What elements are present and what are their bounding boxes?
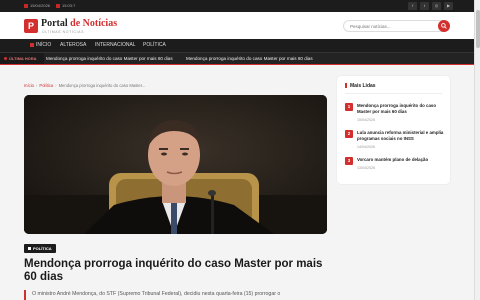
clock-icon	[56, 3, 60, 8]
most-read-title[interactable]: Lula anuncia reforma ministerial e ampli…	[357, 130, 445, 142]
calendar-icon	[24, 3, 28, 8]
nav-label: INÍCIO	[36, 42, 52, 48]
nav-item-internacional[interactable]: INTERNACIONAL	[95, 39, 136, 52]
site-logo[interactable]: Portal de Notícias	[41, 18, 117, 29]
ticker-label-text: ÚLTIMA HORA	[9, 56, 37, 61]
top-bar: 15/04/2026 15:03:7 f t ◎ ▶	[0, 0, 474, 12]
article-headline: Mendonça prorroga inquérito do caso Mast…	[24, 258, 323, 283]
folder-icon	[28, 247, 31, 251]
most-read-title[interactable]: Vorcaro mantém plano de delação	[357, 157, 445, 163]
search-input[interactable]	[343, 20, 449, 32]
time-display: 15:03:7	[56, 3, 75, 8]
breadcrumb-category[interactable]: Política	[39, 83, 53, 88]
ticker-item[interactable]: Mendonça prorroga inquérito do caso Mast…	[186, 53, 313, 64]
live-dot-icon	[4, 57, 7, 61]
ticker-label: ÚLTIMA HORA	[0, 53, 44, 64]
rank-badge: 1	[345, 103, 353, 111]
widget-title: Mais Lidas	[345, 83, 376, 89]
breadcrumb: Início › Política › Mendonça prorroga inquér…	[24, 83, 146, 88]
facebook-icon[interactable]: f	[408, 2, 417, 10]
time-text: 15:03:7	[62, 3, 76, 8]
logo-mark[interactable]: P	[24, 19, 38, 33]
youtube-icon[interactable]: ▶	[444, 2, 453, 10]
portrait-image	[24, 95, 327, 234]
site-header: P Portal de Notícias ÚLTIMAS NOTÍCIAS	[0, 12, 474, 39]
breadcrumb-current: Mendonça prorroga inquérito do caso Mast…	[58, 83, 146, 88]
category-badge[interactable]: POLÍTICA	[24, 244, 56, 253]
instagram-icon[interactable]: ◎	[432, 2, 441, 10]
logo-subtitle: ÚLTIMAS NOTÍCIAS	[42, 30, 85, 34]
article-lead: O ministro André Mendonça, do STF (Supre…	[24, 290, 324, 300]
nav-item-alterosa[interactable]: ALTEROSA	[60, 39, 86, 52]
widget-title-text: Mais Lidas	[350, 83, 376, 89]
page-scrollbar[interactable]	[474, 0, 480, 300]
most-read-date: 15/04/2026	[357, 118, 375, 122]
category-badge-label: POLÍTICA	[33, 246, 52, 251]
home-icon	[30, 42, 34, 47]
breaking-news-ticker: ÚLTIMA HORA Mendonça prorroga inquérito …	[0, 52, 474, 65]
rank-badge: 2	[345, 130, 353, 138]
logo-main: Portal	[41, 18, 68, 29]
most-read-date: 14/04/2026	[357, 145, 375, 149]
ticker-item[interactable]: Mendonça prorroga inquérito do caso Mast…	[46, 53, 173, 64]
most-read-widget: Mais Lidas 1 Mendonça prorroga inquérito…	[337, 76, 450, 184]
logo-accent: de Notícias	[70, 18, 118, 29]
scrollbar-thumb[interactable]	[476, 10, 480, 48]
date-display: 15/04/2026	[24, 3, 50, 8]
divider	[345, 93, 442, 94]
title-accent-bar	[345, 83, 347, 89]
date-text: 15/04/2026	[30, 3, 51, 8]
breadcrumb-home[interactable]: Início	[24, 83, 34, 88]
most-read-title[interactable]: Mendonça prorroga inquérito do caso Mast…	[357, 103, 445, 115]
nav-item-inicio[interactable]: INÍCIO	[30, 39, 51, 52]
twitter-icon[interactable]: t	[420, 2, 429, 10]
search-button[interactable]	[438, 20, 450, 32]
search-icon	[441, 23, 447, 29]
most-read-date: 13/04/2026	[357, 166, 375, 170]
rank-badge: 3	[345, 157, 353, 165]
main-nav: INÍCIO ALTEROSA INTERNACIONAL POLÍTICA	[0, 39, 474, 52]
article-photo	[24, 95, 327, 234]
nav-item-politica[interactable]: POLÍTICA	[143, 39, 166, 52]
